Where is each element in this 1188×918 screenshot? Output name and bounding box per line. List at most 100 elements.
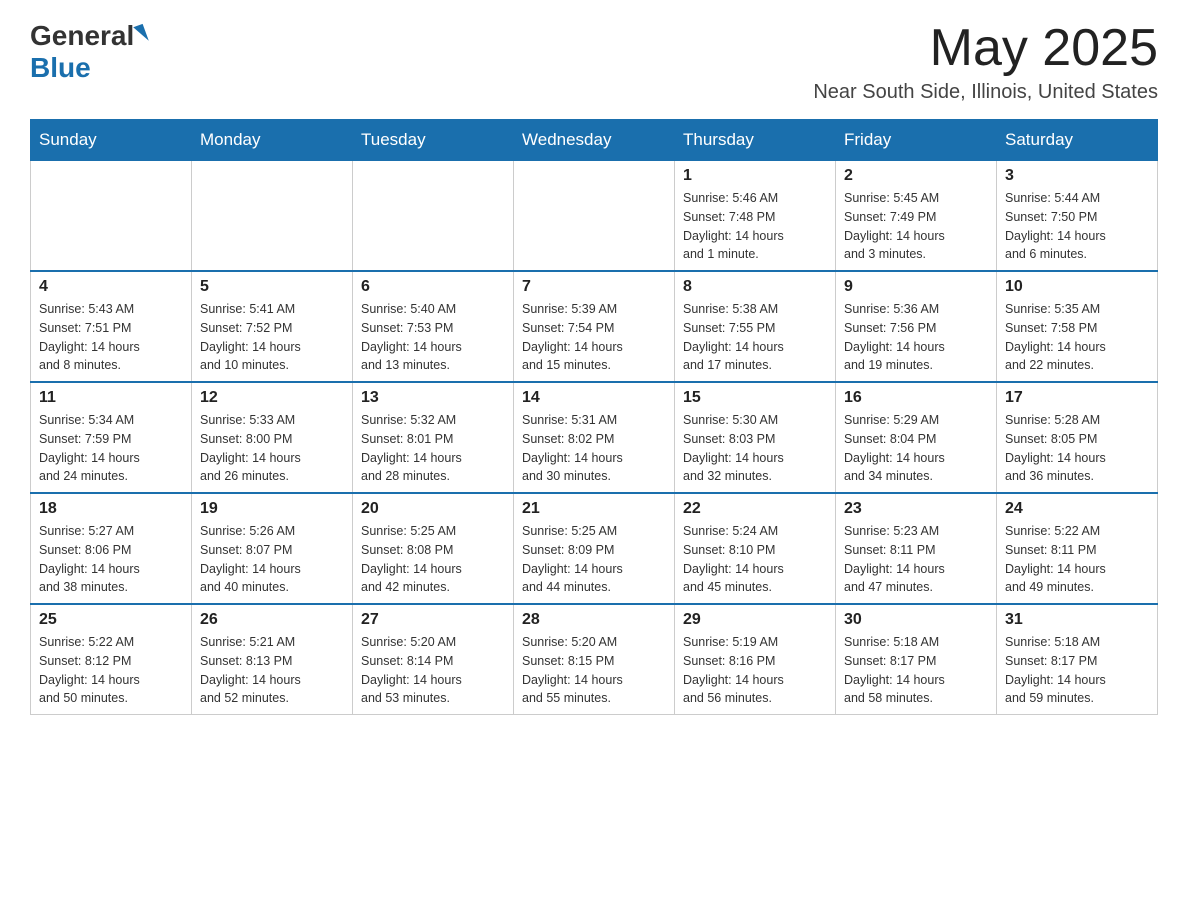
page-header: General Blue May 2025 Near South Side, I… — [30, 20, 1158, 104]
day-number: 10 — [1005, 278, 1149, 296]
day-info: Sunrise: 5:20 AMSunset: 8:15 PMDaylight:… — [522, 633, 666, 708]
calendar-week-row: 1 Sunrise: 5:46 AMSunset: 7:48 PMDaylight… — [31, 161, 1158, 272]
day-info: Sunrise: 5:36 AMSunset: 7:56 PMDaylight:… — [844, 300, 988, 375]
day-number: 31 — [1005, 611, 1149, 629]
day-number: 20 — [361, 500, 505, 518]
calendar-cell: 6 Sunrise: 5:40 AMSunset: 7:53 PMDaylight… — [353, 271, 514, 382]
day-number: 7 — [522, 278, 666, 296]
calendar-cell: 28 Sunrise: 5:20 AMSunset: 8:15 PMDayligh… — [514, 604, 675, 715]
calendar-cell: 24Sunrise: 5:22 AMSunset: 8:11 PMDayligh… — [997, 493, 1158, 604]
day-header-sunday: Sunday — [31, 120, 192, 161]
calendar-cell: 3Sunrise: 5:44 AMSunset: 7:50 PMDaylight… — [997, 161, 1158, 272]
calendar-cell: 26Sunrise: 5:21 AMSunset: 8:13 PMDayligh… — [192, 604, 353, 715]
day-number: 28 — [522, 611, 666, 629]
day-number: 17 — [1005, 389, 1149, 407]
calendar-cell: 16Sunrise: 5:29 AMSunset: 8:04 PMDayligh… — [836, 382, 997, 493]
day-number: 14 — [522, 389, 666, 407]
calendar-cell: 4 Sunrise: 5:43 AMSunset: 7:51 PMDaylight… — [31, 271, 192, 382]
calendar-week-row: 4 Sunrise: 5:43 AMSunset: 7:51 PMDaylight… — [31, 271, 1158, 382]
calendar-cell: 9 Sunrise: 5:36 AMSunset: 7:56 PMDaylight… — [836, 271, 997, 382]
day-number: 6 — [361, 278, 505, 296]
logo-triangle-icon — [134, 24, 150, 44]
calendar-cell: 30Sunrise: 5:18 AMSunset: 8:17 PMDayligh… — [836, 604, 997, 715]
day-info: Sunrise: 5:25 AMSunset: 8:09 PMDaylight:… — [522, 522, 666, 597]
calendar-cell: 8 Sunrise: 5:38 AMSunset: 7:55 PMDaylight… — [675, 271, 836, 382]
day-number: 12 — [200, 389, 344, 407]
calendar-cell: 27Sunrise: 5:20 AMSunset: 8:14 PMDayligh… — [353, 604, 514, 715]
day-info: Sunrise: 5:29 AMSunset: 8:04 PMDaylight:… — [844, 411, 988, 486]
day-info: Sunrise: 5:18 AMSunset: 8:17 PMDaylight:… — [1005, 633, 1149, 708]
calendar-cell: 18Sunrise: 5:27 AMSunset: 8:06 PMDayligh… — [31, 493, 192, 604]
calendar-cell: 11 Sunrise: 5:34 AMSunset: 7:59 PMDayligh… — [31, 382, 192, 493]
logo-blue-text: Blue — [30, 52, 146, 84]
logo-general-text: General — [30, 20, 134, 52]
calendar-week-row: 11 Sunrise: 5:34 AMSunset: 7:59 PMDayligh… — [31, 382, 1158, 493]
day-info: Sunrise: 5:38 AMSunset: 7:55 PMDaylight:… — [683, 300, 827, 375]
calendar-cell: 7Sunrise: 5:39 AMSunset: 7:54 PMDaylight… — [514, 271, 675, 382]
day-info: Sunrise: 5:20 AMSunset: 8:14 PMDaylight:… — [361, 633, 505, 708]
day-number: 18 — [39, 500, 183, 518]
day-number: 22 — [683, 500, 827, 518]
logo: General Blue — [30, 20, 146, 84]
calendar-cell — [31, 161, 192, 272]
day-info: Sunrise: 5:34 AMSunset: 7:59 PMDaylight:… — [39, 411, 183, 486]
day-info: Sunrise: 5:23 AMSunset: 8:11 PMDaylight:… — [844, 522, 988, 597]
day-number: 9 — [844, 278, 988, 296]
calendar-cell: 13 Sunrise: 5:32 AMSunset: 8:01 PMDayligh… — [353, 382, 514, 493]
day-info: Sunrise: 5:31 AMSunset: 8:02 PMDaylight:… — [522, 411, 666, 486]
calendar-week-row: 25Sunrise: 5:22 AMSunset: 8:12 PMDayligh… — [31, 604, 1158, 715]
day-info: Sunrise: 5:33 AMSunset: 8:00 PMDaylight:… — [200, 411, 344, 486]
day-number: 26 — [200, 611, 344, 629]
calendar-cell: 20 Sunrise: 5:25 AMSunset: 8:08 PMDayligh… — [353, 493, 514, 604]
calendar-cell: 25Sunrise: 5:22 AMSunset: 8:12 PMDayligh… — [31, 604, 192, 715]
day-number: 4 — [39, 278, 183, 296]
calendar-cell: 1 Sunrise: 5:46 AMSunset: 7:48 PMDaylight… — [675, 161, 836, 272]
day-info: Sunrise: 5:35 AMSunset: 7:58 PMDaylight:… — [1005, 300, 1149, 375]
day-number: 8 — [683, 278, 827, 296]
calendar-cell — [192, 161, 353, 272]
calendar-week-row: 18Sunrise: 5:27 AMSunset: 8:06 PMDayligh… — [31, 493, 1158, 604]
day-info: Sunrise: 5:25 AMSunset: 8:08 PMDaylight:… — [361, 522, 505, 597]
day-info: Sunrise: 5:32 AMSunset: 8:01 PMDaylight:… — [361, 411, 505, 486]
day-number: 23 — [844, 500, 988, 518]
calendar-cell: 29 Sunrise: 5:19 AMSunset: 8:16 PMDayligh… — [675, 604, 836, 715]
day-number: 11 — [39, 389, 183, 407]
calendar-cell: 17Sunrise: 5:28 AMSunset: 8:05 PMDayligh… — [997, 382, 1158, 493]
day-header-wednesday: Wednesday — [514, 120, 675, 161]
calendar-cell: 2Sunrise: 5:45 AMSunset: 7:49 PMDaylight… — [836, 161, 997, 272]
day-info: Sunrise: 5:19 AMSunset: 8:16 PMDaylight:… — [683, 633, 827, 708]
day-number: 3 — [1005, 167, 1149, 185]
calendar-cell: 22 Sunrise: 5:24 AMSunset: 8:10 PMDayligh… — [675, 493, 836, 604]
calendar-cell: 21 Sunrise: 5:25 AMSunset: 8:09 PMDayligh… — [514, 493, 675, 604]
calendar-table: SundayMondayTuesdayWednesdayThursdayFrid… — [30, 119, 1158, 715]
days-header-row: SundayMondayTuesdayWednesdayThursdayFrid… — [31, 120, 1158, 161]
day-info: Sunrise: 5:45 AMSunset: 7:49 PMDaylight:… — [844, 189, 988, 264]
calendar-cell: 12 Sunrise: 5:33 AMSunset: 8:00 PMDayligh… — [192, 382, 353, 493]
day-header-friday: Friday — [836, 120, 997, 161]
calendar-cell: 14 Sunrise: 5:31 AMSunset: 8:02 PMDayligh… — [514, 382, 675, 493]
day-header-saturday: Saturday — [997, 120, 1158, 161]
location-subtitle: Near South Side, Illinois, United States — [813, 81, 1158, 104]
day-number: 21 — [522, 500, 666, 518]
title-section: May 2025 Near South Side, Illinois, Unit… — [813, 20, 1158, 104]
day-info: Sunrise: 5:41 AMSunset: 7:52 PMDaylight:… — [200, 300, 344, 375]
day-number: 1 — [683, 167, 827, 185]
day-number: 29 — [683, 611, 827, 629]
day-info: Sunrise: 5:43 AMSunset: 7:51 PMDaylight:… — [39, 300, 183, 375]
day-number: 19 — [200, 500, 344, 518]
calendar-cell: 15 Sunrise: 5:30 AMSunset: 8:03 PMDayligh… — [675, 382, 836, 493]
day-info: Sunrise: 5:46 AMSunset: 7:48 PMDaylight:… — [683, 189, 827, 264]
calendar-cell: 19Sunrise: 5:26 AMSunset: 8:07 PMDayligh… — [192, 493, 353, 604]
calendar-cell — [514, 161, 675, 272]
day-info: Sunrise: 5:30 AMSunset: 8:03 PMDaylight:… — [683, 411, 827, 486]
day-info: Sunrise: 5:24 AMSunset: 8:10 PMDaylight:… — [683, 522, 827, 597]
day-number: 15 — [683, 389, 827, 407]
day-info: Sunrise: 5:40 AMSunset: 7:53 PMDaylight:… — [361, 300, 505, 375]
day-number: 13 — [361, 389, 505, 407]
day-header-thursday: Thursday — [675, 120, 836, 161]
calendar-cell: 23 Sunrise: 5:23 AMSunset: 8:11 PMDayligh… — [836, 493, 997, 604]
day-number: 24 — [1005, 500, 1149, 518]
calendar-cell: 31 Sunrise: 5:18 AMSunset: 8:17 PMDayligh… — [997, 604, 1158, 715]
calendar-cell: 10 Sunrise: 5:35 AMSunset: 7:58 PMDayligh… — [997, 271, 1158, 382]
day-number: 25 — [39, 611, 183, 629]
